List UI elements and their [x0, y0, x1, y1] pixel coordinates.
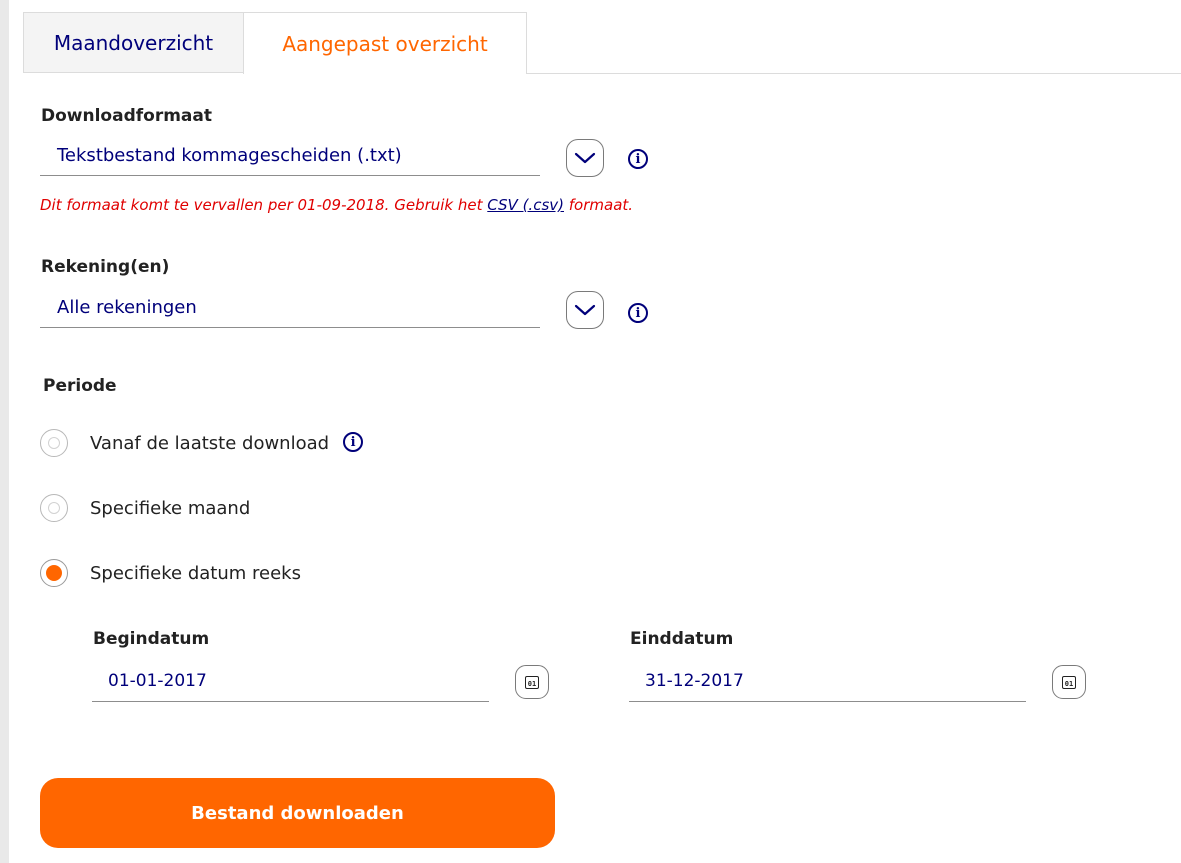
download-format-value: Tekstbestand kommagescheiden (.txt) [57, 145, 402, 166]
tab-maandoverzicht[interactable]: Maandoverzicht [23, 12, 243, 73]
warning-suffix: formaat. [568, 196, 634, 214]
radio-button[interactable] [40, 429, 68, 457]
download-file-button[interactable]: Bestand downloaden [40, 778, 555, 848]
radio-button-selected[interactable] [40, 559, 68, 587]
calendar-icon: 01 [1062, 675, 1076, 689]
end-date-value: 31-12-2017 [645, 671, 744, 691]
chevron-down-icon [574, 304, 596, 316]
radio-label: Specifieke datum reeks [90, 562, 301, 584]
radio-option-last-download[interactable]: Vanaf de laatste download i [40, 427, 364, 459]
end-date-calendar-button[interactable]: 01 [1052, 665, 1086, 699]
end-date-label: Einddatum [630, 629, 734, 649]
tab-baseline [526, 73, 1181, 74]
radio-option-specific-month[interactable]: Specifieke maand [40, 492, 250, 524]
download-format-info-icon[interactable]: i [628, 149, 648, 169]
radio-label: Specifieke maand [90, 497, 251, 519]
end-date-input[interactable]: 31-12-2017 [629, 668, 1026, 702]
accounts-dropdown-button[interactable] [566, 291, 604, 329]
calendar-icon: 01 [525, 675, 539, 689]
accounts-info-icon[interactable]: i [628, 303, 648, 323]
download-format-select[interactable]: Tekstbestand kommagescheiden (.txt) [40, 143, 540, 176]
chevron-down-icon [574, 152, 596, 164]
accounts-value: Alle rekeningen [57, 297, 197, 318]
accounts-label: Rekening(en) [41, 257, 170, 277]
last-download-info-icon[interactable]: i [343, 432, 364, 452]
left-border [0, 0, 9, 863]
start-date-value: 01-01-2017 [108, 671, 207, 691]
radio-option-date-range[interactable]: Specifieke datum reeks [40, 557, 301, 589]
radio-button[interactable] [40, 494, 68, 522]
tab-bar: Maandoverzicht Aangepast overzicht [23, 12, 1181, 74]
start-date-label: Begindatum [93, 629, 210, 649]
start-date-input[interactable]: 01-01-2017 [92, 668, 489, 702]
download-format-dropdown-button[interactable] [566, 139, 604, 177]
accounts-select[interactable]: Alle rekeningen [40, 295, 540, 328]
period-label: Periode [43, 376, 117, 396]
tab-aangepast-overzicht[interactable]: Aangepast overzicht [243, 12, 527, 74]
warning-text: Dit formaat komt te vervallen per 01-09-… [40, 196, 483, 214]
format-warning: Dit formaat komt te vervallen per 01-09-… [40, 196, 633, 214]
download-format-label: Downloadformaat [41, 106, 212, 126]
start-date-calendar-button[interactable]: 01 [515, 665, 549, 699]
csv-format-link[interactable]: CSV (.csv) [487, 196, 564, 214]
radio-label: Vanaf de laatste download [90, 432, 330, 454]
